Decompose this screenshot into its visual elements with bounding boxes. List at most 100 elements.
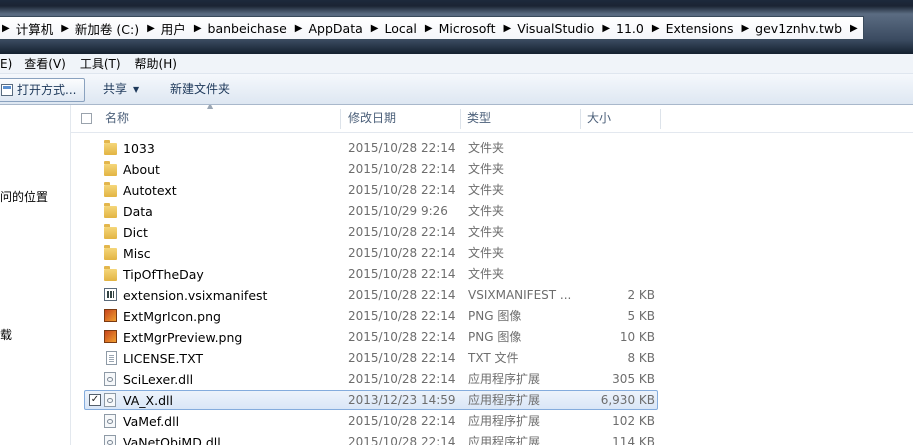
folder-icon bbox=[104, 224, 117, 239]
breadcrumb-chevron-icon[interactable]: ▶ bbox=[192, 23, 204, 34]
folder-icon bbox=[104, 245, 117, 260]
file-size: 6,930 KB bbox=[600, 393, 655, 407]
address-bar[interactable]: ▶ 计算机 ▶ 新加卷 (C:) ▶ 用户 ▶ banbeichase ▶ AppData ▶ Loc… bbox=[0, 16, 864, 40]
column-divider[interactable] bbox=[340, 109, 341, 129]
column-modified[interactable]: 修改日期 bbox=[348, 105, 458, 132]
breadcrumb-item[interactable]: Microsoft bbox=[435, 21, 502, 36]
row-checkbox[interactable]: ✓ bbox=[89, 394, 101, 406]
file-name: Data bbox=[123, 204, 153, 219]
open-with-icon bbox=[1, 84, 13, 96]
file-row[interactable]: Autotext 2015/10/28 22:14 文件夹 bbox=[71, 180, 913, 201]
breadcrumb-item[interactable]: 11.0 bbox=[612, 21, 650, 36]
share-button[interactable]: 共享 ▼ bbox=[103, 78, 139, 100]
nav-item-recent-places[interactable]: 问的位置 bbox=[0, 188, 48, 205]
breadcrumb-chevron-icon[interactable]: ▶ bbox=[600, 23, 612, 34]
file-size: 10 KB bbox=[619, 330, 655, 344]
file-size: 2 KB bbox=[627, 288, 655, 302]
file-type: 应用程序扩展 bbox=[468, 414, 541, 428]
file-date: 2015/10/28 22:14 bbox=[348, 267, 456, 281]
text-file-icon bbox=[106, 351, 117, 365]
dll-file-icon bbox=[104, 435, 116, 445]
file-type: 文件夹 bbox=[468, 162, 505, 176]
file-date: 2015/10/28 22:14 bbox=[348, 225, 456, 239]
column-divider[interactable] bbox=[460, 109, 461, 129]
file-type: 文件夹 bbox=[468, 246, 505, 260]
png-image-icon bbox=[104, 330, 117, 343]
file-type: PNG 图像 bbox=[468, 309, 522, 323]
column-divider[interactable] bbox=[580, 109, 581, 129]
new-folder-button[interactable]: 新建文件夹 bbox=[170, 78, 230, 100]
breadcrumb-chevron-icon[interactable]: ▶ bbox=[293, 23, 305, 34]
breadcrumb-item[interactable]: 计算机 bbox=[12, 19, 60, 38]
file-row[interactable]: ✓ VA_X.dll 2013/12/23 14:59 应用程序扩展 6,930 KB bbox=[71, 390, 913, 411]
column-divider[interactable] bbox=[660, 109, 661, 129]
file-row[interactable]: About 2015/10/28 22:14 文件夹 bbox=[71, 159, 913, 180]
breadcrumb-chevron-icon[interactable]: ▶ bbox=[369, 23, 381, 34]
file-date: 2015/10/28 22:14 bbox=[348, 141, 456, 155]
file-date: 2015/10/28 22:14 bbox=[348, 309, 456, 323]
file-name: extension.vsixmanifest bbox=[123, 288, 268, 303]
file-date: 2015/10/28 22:14 bbox=[348, 372, 456, 386]
file-name: Autotext bbox=[123, 183, 177, 198]
breadcrumb-item[interactable]: 用户 bbox=[157, 19, 192, 38]
breadcrumb-item[interactable]: Extensions bbox=[662, 21, 740, 36]
file-row[interactable]: VaMef.dll 2015/10/28 22:14 应用程序扩展 102 KB bbox=[71, 411, 913, 432]
file-size: 102 KB bbox=[612, 414, 655, 428]
dll-file-icon bbox=[104, 393, 116, 407]
menu-bar: E) 查看(V) 工具(T) 帮助(H) bbox=[0, 54, 913, 74]
file-row[interactable]: Dict 2015/10/28 22:14 文件夹 bbox=[71, 222, 913, 243]
file-row[interactable]: LICENSE.TXT 2015/10/28 22:14 TXT 文件 8 KB bbox=[71, 348, 913, 369]
file-date: 2015/10/28 22:14 bbox=[348, 414, 456, 428]
file-type: PNG 图像 bbox=[468, 330, 522, 344]
file-size: 305 KB bbox=[612, 372, 655, 386]
menu-help[interactable]: 帮助(H) bbox=[135, 55, 185, 72]
file-date: 2015/10/28 22:14 bbox=[348, 330, 456, 344]
select-all-checkbox[interactable] bbox=[81, 113, 92, 124]
file-size: 8 KB bbox=[627, 351, 655, 365]
breadcrumb-chevron-icon[interactable]: ▶ bbox=[59, 23, 71, 34]
file-row[interactable]: Misc 2015/10/28 22:14 文件夹 bbox=[71, 243, 913, 264]
file-row[interactable]: Data 2015/10/29 9:26 文件夹 bbox=[71, 201, 913, 222]
file-name: TipOfTheDay bbox=[123, 267, 204, 282]
breadcrumb-item[interactable]: 新加卷 (C:) bbox=[71, 19, 145, 38]
breadcrumb-item[interactable]: Local bbox=[380, 21, 422, 36]
file-row[interactable]: VaNetObjMD.dll 2015/10/28 22:14 应用程序扩展 114 … bbox=[71, 432, 913, 445]
file-name: LICENSE.TXT bbox=[123, 351, 204, 366]
column-size[interactable]: 大小 bbox=[587, 105, 657, 132]
file-name: VaNetObjMD.dll bbox=[123, 435, 221, 445]
file-row[interactable]: TipOfTheDay 2015/10/28 22:14 文件夹 bbox=[71, 264, 913, 285]
file-date: 2015/10/28 22:14 bbox=[348, 351, 456, 365]
file-type: 文件夹 bbox=[468, 267, 505, 281]
column-name[interactable]: 名称 bbox=[105, 105, 335, 132]
file-row[interactable]: ExtMgrPreview.png 2015/10/28 22:14 PNG 图像 1… bbox=[71, 327, 913, 348]
file-row[interactable]: SciLexer.dll 2015/10/28 22:14 应用程序扩展 305 KB bbox=[71, 369, 913, 390]
manifest-file-icon bbox=[104, 288, 117, 301]
breadcrumb-chevron-icon[interactable]: ▶ bbox=[145, 23, 157, 34]
column-type[interactable]: 类型 bbox=[467, 105, 577, 132]
file-type: TXT 文件 bbox=[468, 351, 519, 365]
file-size: 114 KB bbox=[612, 435, 655, 445]
breadcrumb-chevron-icon[interactable]: ▶ bbox=[501, 23, 513, 34]
file-row[interactable]: 1033 2015/10/28 22:14 文件夹 bbox=[71, 138, 913, 159]
breadcrumb-item[interactable]: gev1znhv.twb bbox=[751, 21, 848, 36]
breadcrumb-item[interactable]: banbeichase bbox=[204, 21, 293, 36]
menu-edit[interactable]: E) bbox=[0, 57, 24, 71]
file-row[interactable]: extension.vsixmanifest 2015/10/28 22:14 VS… bbox=[71, 285, 913, 306]
breadcrumb-chevron-icon[interactable]: ▶ bbox=[0, 23, 12, 34]
breadcrumb-item[interactable]: VisualStudio bbox=[513, 21, 600, 36]
open-with-button[interactable]: 打开方式... bbox=[0, 78, 86, 102]
menu-tools[interactable]: 工具(T) bbox=[80, 55, 135, 72]
breadcrumb-chevron-icon[interactable]: ▶ bbox=[739, 23, 751, 34]
breadcrumb-chevron-icon[interactable]: ▶ bbox=[650, 23, 662, 34]
menu-view[interactable]: 查看(V) bbox=[24, 55, 80, 72]
breadcrumb-chevron-icon[interactable]: ▶ bbox=[848, 23, 860, 34]
nav-item-partial[interactable]: 载 bbox=[0, 326, 12, 343]
new-folder-label: 新建文件夹 bbox=[170, 82, 231, 96]
file-date: 2013/12/23 14:59 bbox=[348, 393, 456, 407]
file-row[interactable]: ExtMgrIcon.png 2015/10/28 22:14 PNG 图像 5 KB bbox=[71, 306, 913, 327]
open-with-label: 打开方式... bbox=[17, 83, 77, 97]
breadcrumb-chevron-icon[interactable]: ▶ bbox=[423, 23, 435, 34]
file-type: 文件夹 bbox=[468, 183, 505, 197]
breadcrumb-item[interactable]: AppData bbox=[305, 21, 369, 36]
file-name: ExtMgrIcon.png bbox=[123, 309, 221, 324]
